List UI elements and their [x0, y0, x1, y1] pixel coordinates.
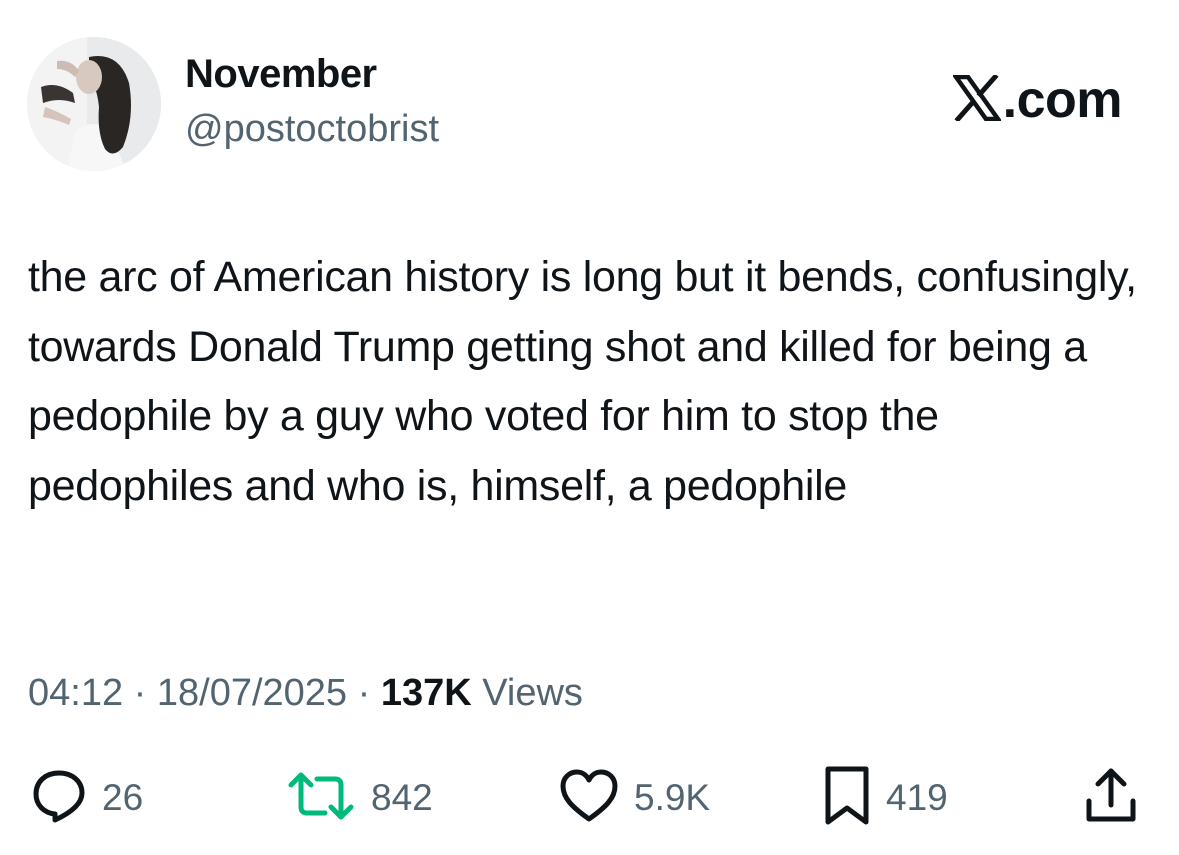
meta-separator: ·	[347, 672, 381, 714]
display-name[interactable]: November	[185, 52, 377, 97]
tweet-text: the arc of American history is long but …	[28, 253, 1137, 510]
brand-watermark: .com	[951, 70, 1123, 130]
retweet-icon	[285, 767, 357, 830]
retweet-count: 842	[371, 777, 433, 818]
x-logo-icon	[951, 73, 1002, 123]
avatar[interactable]	[27, 37, 161, 171]
bookmark-count: 419	[886, 777, 948, 818]
action-bar: 26 842 5.9K 419	[0, 760, 1179, 836]
bookmark-button[interactable]: 419	[822, 760, 948, 836]
bookmark-icon	[822, 765, 872, 832]
share-button[interactable]	[1084, 760, 1138, 836]
user-handle[interactable]: @postoctobrist	[185, 108, 439, 151]
like-button[interactable]: 5.9K	[558, 760, 710, 836]
tweet-date[interactable]: 18/07/2025	[157, 672, 347, 714]
views-count: 137K	[380, 672, 472, 714]
reply-button[interactable]: 26	[30, 760, 143, 836]
views-label: Views	[471, 672, 583, 714]
avatar-image	[27, 37, 161, 171]
share-icon	[1084, 765, 1138, 832]
tweet-time[interactable]: 04:12	[28, 672, 123, 714]
tweet-meta: 04:12 · 18/07/2025 · 137K Views	[28, 672, 583, 715]
like-count: 5.9K	[634, 777, 711, 818]
retweet-button[interactable]: 842	[285, 760, 433, 836]
brand-label: .com	[1002, 71, 1123, 129]
meta-separator: ·	[123, 672, 157, 714]
reply-icon	[30, 767, 88, 830]
reply-count: 26	[102, 777, 144, 818]
heart-icon	[558, 767, 620, 830]
